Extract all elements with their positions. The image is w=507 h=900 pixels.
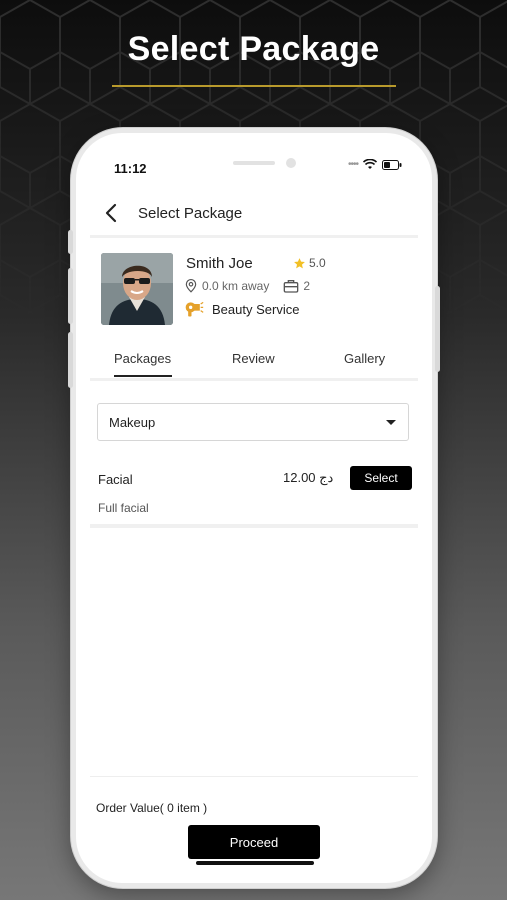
caret-down-icon <box>386 420 396 425</box>
headline-underline <box>112 85 396 87</box>
star-icon <box>294 257 305 268</box>
app-bar-title: Select Package <box>138 205 243 222</box>
page-headline: Select Package <box>127 30 380 68</box>
tab-gallery[interactable]: Gallery <box>344 351 385 366</box>
silent-switch <box>68 230 73 254</box>
distance-text: 0.0 km away <box>202 279 270 293</box>
app-bar-divider <box>90 235 418 238</box>
order-value: Order Value( 0 item ) <box>96 801 208 815</box>
provider-name: Smith Joe <box>186 255 253 272</box>
package-name: Facial <box>98 472 133 487</box>
package-select-button[interactable]: Select <box>350 466 412 490</box>
home-indicator <box>196 861 314 865</box>
battery-icon <box>382 159 402 170</box>
jobs-count: 2 <box>303 279 311 293</box>
volume-up-button <box>68 268 73 324</box>
speaker-notch <box>233 161 275 165</box>
hair-dryer-icon <box>185 301 204 317</box>
rating-value: 5.0 <box>309 256 326 270</box>
tab-review[interactable]: Review <box>232 351 275 366</box>
package-price: 12.00 دج <box>283 470 334 485</box>
status-time: 11:12 <box>114 161 147 176</box>
chevron-left-icon[interactable] <box>100 201 124 225</box>
tab-packages[interactable]: Packages <box>114 351 171 366</box>
tab-bar: Packages Review Gallery <box>90 341 418 379</box>
service-name: Beauty Service <box>212 301 300 317</box>
signal-icon: •••• <box>347 159 359 170</box>
app-bar: Select Package <box>76 191 432 235</box>
package-description: Full facial <box>98 501 149 515</box>
tab-bar-divider <box>90 378 418 381</box>
provider-meta: 0.0 km away 2 <box>184 279 310 293</box>
category-dropdown[interactable]: Makeup <box>97 403 409 441</box>
proceed-button[interactable]: Proceed <box>188 825 320 859</box>
provider-rating: 5.0 <box>293 256 326 270</box>
category-dropdown-value: Makeup <box>109 415 156 430</box>
phone-frame: 11:12 •••• Select Package Smith Joe 5.0 … <box>68 128 440 888</box>
camera-notch <box>286 158 296 168</box>
footer-divider <box>90 776 418 777</box>
location-pin-icon <box>185 279 197 293</box>
power-button <box>435 286 440 372</box>
avatar <box>101 253 173 325</box>
volume-down-button <box>68 332 73 388</box>
package-divider <box>90 524 418 528</box>
phone-screen: 11:12 •••• Select Package Smith Joe 5.0 … <box>76 133 432 883</box>
status-icons: •••• <box>348 159 402 170</box>
service-row: Beauty Service <box>184 301 299 317</box>
active-tab-indicator <box>114 375 172 377</box>
wifi-icon <box>363 159 377 169</box>
briefcase-icon <box>284 280 299 293</box>
